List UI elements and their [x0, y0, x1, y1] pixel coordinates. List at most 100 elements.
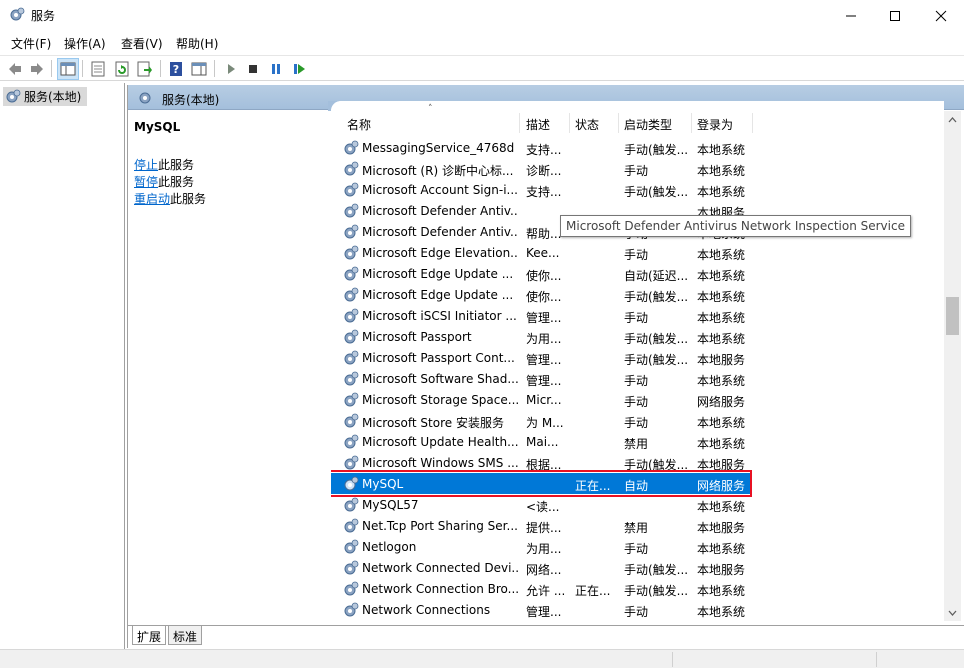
scroll-down-button[interactable] — [944, 604, 961, 621]
back-button[interactable] — [4, 58, 26, 80]
column-description[interactable]: 描述 — [526, 116, 550, 133]
service-startup-type: 禁用 — [624, 437, 649, 451]
menu-view[interactable]: 查看(V) — [121, 35, 163, 52]
table-row[interactable]: Microsoft iSCSI Initiator ... 管理... 手动 本地系统 — [331, 305, 751, 326]
column-log-on-as[interactable]: 登录为 — [697, 116, 733, 133]
service-gear-icon — [344, 371, 359, 386]
table-row[interactable]: Microsoft Edge Update ... 使你... 自动(延迟... 本地… — [331, 263, 751, 284]
column-divider[interactable] — [618, 113, 619, 133]
service-status: 正在... — [575, 584, 611, 598]
column-divider[interactable] — [569, 113, 570, 133]
table-row[interactable]: Microsoft Software Shad... 管理... 手动 本地系统 — [331, 368, 751, 389]
service-gear-icon — [344, 266, 359, 281]
minimize-button[interactable] — [828, 0, 874, 31]
scrollbar-thumb[interactable] — [946, 297, 959, 335]
service-name: Microsoft Edge Update ... — [362, 267, 514, 281]
table-row[interactable]: Microsoft (R) 诊断中心标... 诊断... 手动 本地系统 — [331, 158, 751, 179]
restart-service-link[interactable]: 重启动 — [134, 192, 170, 206]
service-gear-icon — [344, 161, 359, 176]
table-row[interactable]: Microsoft Update Health... Mai... 禁用 本地系统 — [331, 431, 751, 452]
forward-button[interactable] — [26, 58, 48, 80]
maximize-button[interactable] — [872, 0, 918, 31]
export-list-icon — [137, 61, 152, 77]
service-log-on-as: 本地服务 — [697, 521, 746, 535]
table-row[interactable]: Network Connected Devi... 网络... 手动(触发... 本地… — [331, 557, 751, 578]
service-name: Microsoft Passport — [362, 330, 472, 344]
menu-help[interactable]: 帮助(H) — [176, 35, 218, 52]
table-row[interactable]: Network Connections 管理... 手动 本地系统 — [331, 599, 751, 620]
table-row[interactable]: MySQL57 <读... 本地系统 — [331, 494, 751, 515]
vertical-scrollbar[interactable] — [944, 111, 961, 621]
table-row[interactable]: Microsoft Passport Cont... 管理... 手动(触发... 本… — [331, 347, 751, 368]
table-row[interactable]: Microsoft Edge Elevation... Kee... 手动 本地系统 — [331, 242, 751, 263]
service-description: 支持... — [526, 143, 562, 157]
start-service-button[interactable] — [220, 58, 242, 80]
service-startup-type: 手动(触发... — [624, 563, 689, 577]
column-header-row: ˄ 名称 描述 状态 启动类型 登录为 — [331, 101, 944, 133]
service-name: Network Connection Bro... — [362, 582, 518, 596]
stop-service-button[interactable] — [242, 58, 264, 80]
console-tree: 服务(本地) — [0, 83, 125, 649]
export-button[interactable] — [134, 58, 156, 80]
column-divider[interactable] — [752, 113, 753, 133]
sort-ascending-icon: ˄ — [428, 104, 433, 114]
tree-item-services-local[interactable]: 服务(本地) — [3, 87, 87, 106]
tab-extended[interactable]: 扩展 — [132, 626, 167, 645]
menu-action[interactable]: 操作(A) — [64, 35, 106, 52]
selected-service-title: MySQL — [134, 120, 181, 134]
service-name: Netlogon — [362, 540, 417, 554]
table-row[interactable]: Microsoft Store 安装服务 为 M... 手动 本地系统 — [331, 410, 751, 431]
service-log-on-as: 本地系统 — [697, 542, 746, 556]
column-divider[interactable] — [691, 113, 692, 133]
console-tree-button[interactable] — [57, 58, 79, 80]
service-name: Microsoft Store 安装服务 — [362, 416, 504, 430]
table-row[interactable]: Microsoft Passport 为用... 手动(触发... 本地系统 — [331, 326, 751, 347]
service-name: Microsoft iSCSI Initiator ... — [362, 309, 517, 323]
close-icon — [935, 10, 947, 21]
toolbar-separator — [214, 60, 215, 77]
service-description: Micr... — [526, 393, 562, 407]
service-gear-icon — [344, 413, 359, 428]
service-log-on-as: 本地系统 — [697, 605, 746, 619]
service-log-on-as: 本地系统 — [697, 500, 746, 514]
service-gear-icon — [344, 602, 359, 617]
refresh-button[interactable] — [111, 58, 133, 80]
service-log-on-as: 本地系统 — [697, 185, 746, 199]
menu-file[interactable]: 文件(F) — [11, 35, 51, 52]
service-name: Network Connected Devi... — [362, 561, 518, 575]
scroll-up-button[interactable] — [944, 111, 961, 128]
service-log-on-as: 本地系统 — [697, 269, 746, 283]
table-row[interactable]: MessagingService_4768d 支持... 手动(触发... 本地系统 — [331, 137, 751, 158]
service-description: <读... — [526, 500, 560, 514]
help-button[interactable]: ? — [165, 58, 187, 80]
table-row[interactable]: Network Connection Bro... 允许 ... 正在... 手动(触… — [331, 578, 751, 599]
restart-service-button[interactable] — [288, 58, 310, 80]
column-divider[interactable] — [519, 113, 520, 133]
properties-button[interactable] — [87, 58, 109, 80]
table-row[interactable]: Microsoft Account Sign-i... 支持... 手动(触发...… — [331, 179, 751, 200]
title-bar: 服务 — [0, 0, 964, 31]
service-gear-icon — [344, 539, 359, 554]
service-name: Microsoft Defender Antiv... — [362, 204, 518, 218]
table-row[interactable]: Netlogon 为用... 手动 本地系统 — [331, 536, 751, 557]
pause-service-link[interactable]: 暂停 — [134, 175, 158, 189]
pause-service-button[interactable] — [265, 58, 287, 80]
service-name: Microsoft Edge Elevation... — [362, 246, 518, 260]
column-name[interactable]: 名称 — [347, 116, 371, 133]
stop-service-link[interactable]: 停止 — [134, 158, 158, 172]
service-startup-type: 手动 — [624, 164, 649, 178]
service-startup-type: 手动 — [624, 605, 649, 619]
column-startup-type[interactable]: 启动类型 — [624, 116, 672, 133]
table-row[interactable]: Microsoft Storage Space... Micr... 手动 网络服务 — [331, 389, 751, 410]
table-row[interactable]: Microsoft Edge Update ... 使你... 手动(触发... 本地… — [331, 284, 751, 305]
table-row[interactable]: Net.Tcp Port Sharing Ser... 提供... 禁用 本地服务 — [331, 515, 751, 536]
column-status[interactable]: 状态 — [575, 116, 599, 133]
close-button[interactable] — [918, 0, 964, 31]
service-log-on-as: 本地服务 — [697, 563, 746, 577]
service-description: 管理... — [526, 605, 562, 619]
tab-standard[interactable]: 标准 — [168, 626, 203, 645]
service-startup-type: 手动 — [624, 374, 649, 388]
service-name: Microsoft Edge Update ... — [362, 288, 514, 302]
action-pane-button[interactable] — [188, 58, 210, 80]
refresh-icon — [115, 61, 129, 77]
